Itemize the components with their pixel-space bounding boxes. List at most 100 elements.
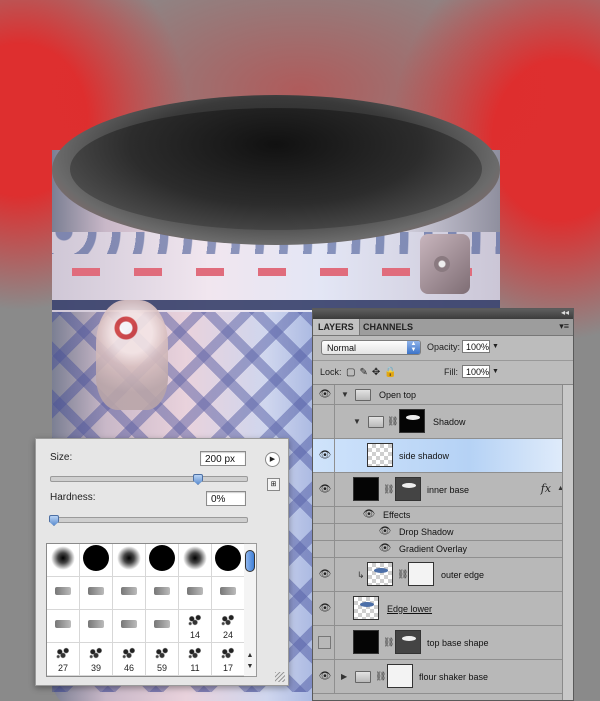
hardness-slider-thumb[interactable] [49,515,59,526]
link-icon[interactable]: ⛓ [397,569,408,580]
layer-row-edge-lower[interactable]: 👁 Edge lower [313,592,573,626]
brush-preset-hard[interactable] [80,544,113,577]
layer-row-outer-edge[interactable]: 👁 ↳ ⛓ outer edge [313,558,573,592]
scatter-brush-icon [220,614,236,627]
layer-mask-thumbnail[interactable] [408,562,434,586]
scroll-up-icon[interactable]: ▲ [244,652,256,659]
collapse-icon[interactable]: ◂◂ [561,308,569,317]
panel-menu-icon[interactable]: ▾≡ [559,321,569,332]
size-slider-track[interactable] [50,476,248,482]
brush-preset-soft[interactable] [47,544,80,577]
scroll-down-icon[interactable]: ▼ [244,663,256,670]
layer-row-shadow[interactable]: ▼ ⛓ Shadow [313,405,573,439]
opacity-dropdown-icon[interactable]: ▼ [492,340,500,353]
layer-thumbnail[interactable] [353,596,379,620]
hardness-slider-track[interactable] [50,517,248,523]
size-field[interactable]: 200 px [200,451,246,466]
layer-row-side-shadow[interactable]: 👁 side shadow [313,439,573,473]
brush-preset-hard[interactable] [212,544,245,577]
brush-size-label: 14 [189,630,200,640]
layer-row-open-top[interactable]: 👁 ▼ Open top [313,385,573,405]
resize-grip-icon[interactable] [275,672,285,682]
brush-preset-splat[interactable]: 59 [146,643,179,676]
brush-preset-splat[interactable]: 11 [179,643,212,676]
layer-row-top-base-shape[interactable]: ⛓ top base shape [313,626,573,660]
link-icon[interactable]: ⛓ [383,484,394,495]
brush-preset-tool[interactable] [146,577,179,610]
layer-mask-thumbnail[interactable] [395,477,421,501]
eye-icon[interactable]: 👁 [317,569,333,580]
layer-thumbnail[interactable] [367,562,393,586]
size-slider-thumb[interactable] [193,474,203,485]
eye-icon[interactable]: 👁 [317,671,333,682]
layer-mask-thumbnail[interactable] [399,409,425,433]
visibility-off-box[interactable] [318,636,331,649]
link-icon[interactable]: ⛓ [383,637,394,648]
fx-icon[interactable]: fx [541,482,551,495]
brush-preset-tool[interactable] [80,610,113,643]
soft-round-brush-icon [51,546,75,571]
tab-layers[interactable]: LAYERS [313,319,360,335]
brush-preset-tool[interactable] [47,577,80,610]
brush-preset-splat[interactable]: 39 [80,643,113,676]
eye-icon[interactable]: 👁 [377,543,393,554]
blend-mode-select[interactable]: Normal ▲ ▼ [321,340,421,355]
brush-size-label: 27 [57,663,68,673]
eye-icon[interactable]: 👁 [317,484,333,495]
disclosure-down-icon[interactable]: ▼ [341,390,349,399]
eye-icon[interactable]: 👁 [317,603,333,614]
eye-icon[interactable]: 👁 [361,509,377,520]
disclosure-right-icon[interactable]: ▶ [341,672,347,681]
brush-preset-tool[interactable] [113,610,146,643]
layer-list: 👁 ▼ Open top ▼ ⛓ Shadow 👁 side shadow 👁 … [313,385,573,700]
layer-thumbnail[interactable] [353,630,379,654]
fill-field[interactable]: 100% [462,365,490,378]
layer-row-gradient-overlay[interactable]: 👁 Gradient Overlay [313,541,573,558]
brush-preset-tool[interactable] [113,577,146,610]
link-icon[interactable]: ⛓ [375,671,386,682]
layer-thumbnail[interactable] [353,477,379,501]
eye-icon[interactable]: 👁 [317,450,333,461]
brush-preset-tool[interactable] [80,577,113,610]
lock-row: Lock: ▢✎✥🔒 Fill: 100% ▼ [313,361,573,385]
layer-thumbnail[interactable] [367,443,393,467]
layer-row-effects[interactable]: 👁 Effects [313,507,573,524]
eye-icon[interactable]: 👁 [377,526,393,537]
fill-dropdown-icon[interactable]: ▼ [492,365,500,378]
layer-mask-thumbnail[interactable] [387,664,413,688]
eye-icon[interactable]: 👁 [317,389,333,400]
new-preset-icon[interactable]: ⊞ [267,478,280,491]
brush-preset-soft[interactable] [179,544,212,577]
scroll-thumb[interactable] [245,550,255,572]
brush-menu-button[interactable]: ▶ [265,452,280,467]
brush-tip-icon [154,620,170,629]
brush-preset-splat[interactable]: 17 [212,643,245,676]
brush-preset-splat[interactable]: 27 [47,643,80,676]
hardness-field[interactable]: 0% [206,491,246,506]
scatter-brush-icon [154,647,170,660]
disclosure-down-icon[interactable]: ▼ [353,417,361,426]
brush-preset-splat[interactable]: 14 [179,610,212,643]
layer-list-scrollbar[interactable] [562,385,573,700]
scatter-brush-icon [121,647,137,660]
layer-row-inner-base[interactable]: 👁 ⛓ inner base fx ▲ [313,473,573,507]
brush-grid-scrollbar[interactable]: ▲ ▼ [244,543,257,677]
layer-row-drop-shadow[interactable]: 👁 Drop Shadow [313,524,573,541]
link-icon[interactable]: ⛓ [387,416,398,427]
opacity-field[interactable]: 100% [462,340,490,353]
panel-titlebar[interactable]: ◂◂ [313,308,573,319]
brush-preset-splat[interactable]: 24 [212,610,245,643]
brush-preset-tool[interactable] [179,577,212,610]
brush-preset-tool[interactable] [146,610,179,643]
brush-preset-tool[interactable] [47,610,80,643]
tab-channels[interactable]: CHANNELS [358,319,418,335]
layer-mask-thumbnail[interactable] [395,630,421,654]
brush-preset-hard[interactable] [146,544,179,577]
brush-preset-splat[interactable]: 46 [113,643,146,676]
panel-tabs: LAYERS CHANNELS ▾≡ [313,319,573,336]
scatter-brush-icon [220,647,236,660]
lock-options-icons[interactable]: ▢✎✥🔒 [346,367,401,378]
layer-row-flour-shaker-base[interactable]: 👁 ▶ ⛓ flour shaker base [313,660,573,694]
brush-preset-tool[interactable] [212,577,245,610]
brush-preset-soft[interactable] [113,544,146,577]
